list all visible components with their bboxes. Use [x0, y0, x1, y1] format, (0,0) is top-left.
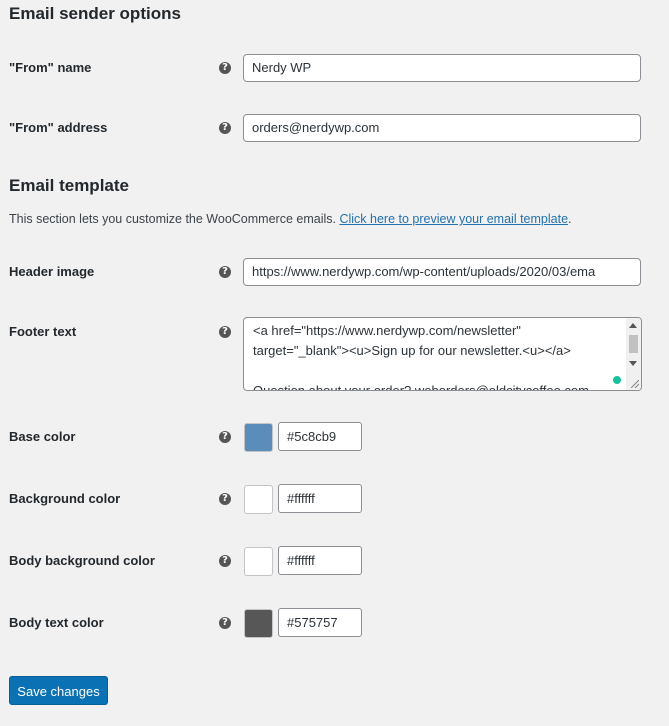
email-sender-heading: Email sender options — [9, 4, 181, 23]
base-color-swatch[interactable] — [244, 423, 273, 452]
footer-text-textarea[interactable]: <a href="https://www.nerdywp.com/newslet… — [243, 317, 642, 391]
header-image-label: Header image — [9, 264, 95, 279]
header-image-input[interactable]: https://www.nerdywp.com/wp-content/uploa… — [243, 258, 641, 286]
body-text-color-swatch[interactable] — [244, 609, 273, 638]
background-color-input[interactable]: #ffffff — [278, 484, 362, 513]
background-color-swatch[interactable] — [244, 485, 273, 514]
help-icon[interactable]: ? — [219, 62, 231, 74]
description-text: This section lets you customize the WooC… — [9, 212, 340, 226]
description-end: . — [568, 212, 572, 226]
help-icon[interactable]: ? — [219, 493, 231, 505]
scroll-down-icon[interactable] — [629, 361, 637, 366]
body-text-color-input[interactable]: #575757 — [278, 608, 362, 637]
from-name-input[interactable]: Nerdy WP — [243, 54, 641, 82]
help-icon[interactable]: ? — [219, 617, 231, 629]
help-icon[interactable]: ? — [219, 555, 231, 567]
background-color-label: Background color — [9, 491, 121, 506]
template-description: This section lets you customize the WooC… — [9, 212, 572, 226]
body-text-color-label: Body text color — [9, 615, 104, 630]
footer-text-value: <a href="https://www.nerdywp.com/newslet… — [253, 323, 589, 391]
email-template-heading: Email template — [9, 176, 129, 195]
scroll-thumb[interactable] — [629, 335, 638, 353]
resize-handle-icon[interactable] — [631, 380, 639, 388]
save-changes-button[interactable]: Save changes — [9, 676, 108, 705]
help-icon[interactable]: ? — [219, 431, 231, 443]
from-address-input[interactable]: orders@nerdywp.com — [243, 114, 641, 142]
from-address-label: "From" address — [9, 120, 108, 135]
body-background-color-label: Body background color — [9, 553, 155, 568]
help-icon[interactable]: ? — [219, 266, 231, 278]
help-icon[interactable]: ? — [219, 122, 231, 134]
footer-text-label: Footer text — [9, 324, 77, 339]
help-icon[interactable]: ? — [219, 326, 231, 338]
from-name-label: "From" name — [9, 60, 92, 75]
grammarly-icon[interactable] — [613, 376, 621, 384]
body-background-color-swatch[interactable] — [244, 547, 273, 576]
scroll-up-icon[interactable] — [629, 323, 637, 328]
base-color-label: Base color — [9, 429, 76, 444]
base-color-input[interactable]: #5c8cb9 — [278, 422, 362, 451]
body-background-color-input[interactable]: #ffffff — [278, 546, 362, 575]
preview-template-link[interactable]: Click here to preview your email templat… — [339, 212, 568, 226]
